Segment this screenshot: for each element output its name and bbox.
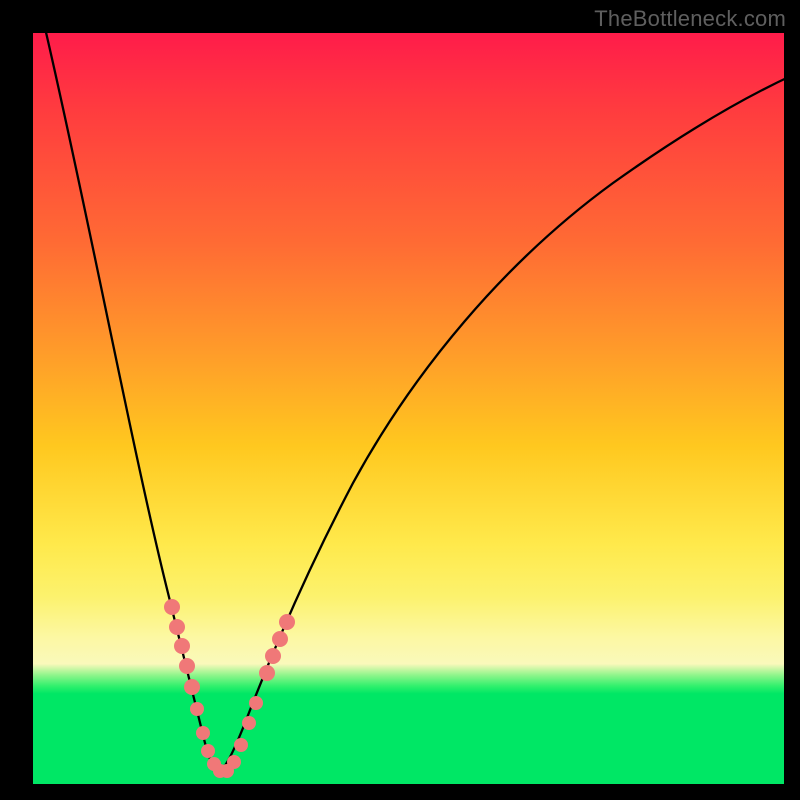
- marker-group: [164, 599, 295, 778]
- chart-container: TheBottleneck.com: [0, 0, 800, 800]
- marker-point: [179, 658, 195, 674]
- marker-point: [279, 614, 295, 630]
- marker-point: [196, 726, 210, 740]
- marker-point: [174, 638, 190, 654]
- marker-point: [265, 648, 281, 664]
- marker-point: [227, 755, 241, 769]
- watermark-text: TheBottleneck.com: [594, 6, 786, 32]
- marker-point: [272, 631, 288, 647]
- marker-point: [169, 619, 185, 635]
- marker-point: [184, 679, 200, 695]
- curve-right-branch: [218, 75, 793, 773]
- marker-point: [190, 702, 204, 716]
- marker-point: [249, 696, 263, 710]
- marker-point: [164, 599, 180, 615]
- plot-bottom-border: [33, 784, 784, 800]
- marker-point: [242, 716, 256, 730]
- marker-point: [234, 738, 248, 752]
- chart-svg: [33, 33, 784, 784]
- marker-point: [259, 665, 275, 681]
- marker-point: [201, 744, 215, 758]
